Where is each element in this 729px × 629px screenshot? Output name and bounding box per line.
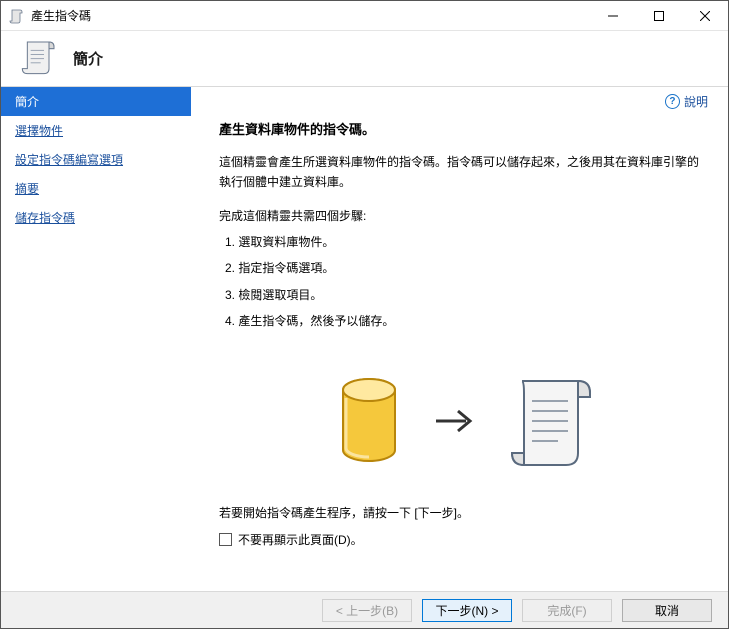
script-icon [506,371,596,474]
wizard-sidebar: 簡介 選擇物件 設定指令碼編寫選項 摘要 儲存指令碼 [1,87,191,591]
back-button[interactable]: < 上一步(B) [322,599,412,622]
sidebar-item-save-scripts[interactable]: 儲存指令碼 [1,203,191,232]
step-2: 2. 指定指令碼選項。 [225,258,710,278]
dont-show-again-checkbox[interactable] [219,533,232,546]
script-icon [19,37,59,80]
steps-intro: 完成這個精靈共需四個步驟: [219,207,710,224]
finish-button[interactable]: 完成(F) [522,599,612,622]
sidebar-item-choose-objects[interactable]: 選擇物件 [1,116,191,145]
content-heading: 產生資料庫物件的指令碼。 [219,119,710,138]
help-icon: ? [665,94,680,109]
step-4: 4. 產生指令碼，然後予以儲存。 [225,311,710,331]
app-icon [9,8,25,24]
close-button[interactable] [682,1,728,31]
start-instruction: 若要開始指令碼產生程序，請按一下 [下一步]。 [219,504,710,521]
cancel-button[interactable]: 取消 [622,599,712,622]
next-button[interactable]: 下一步(N) > [422,599,512,622]
wizard-content: ? 說明 產生資料庫物件的指令碼。 這個精靈會產生所選資料庫物件的指令碼。指令碼… [191,87,728,591]
database-icon [334,376,404,469]
maximize-button[interactable] [636,1,682,31]
minimize-button[interactable] [590,1,636,31]
help-label: 說明 [684,93,708,110]
step-1: 1. 選取資料庫物件。 [225,232,710,252]
window-title: 產生指令碼 [31,7,590,24]
wizard-footer: < 上一步(B) 下一步(N) > 完成(F) 取消 [1,591,728,628]
help-link[interactable]: ? 說明 [665,93,708,110]
sidebar-item-summary[interactable]: 摘要 [1,174,191,203]
sidebar-item-intro[interactable]: 簡介 [1,87,191,116]
dont-show-again-row[interactable]: 不要再顯示此頁面(D)。 [219,531,710,548]
arrow-icon [432,398,478,447]
wizard-body: 簡介 選擇物件 設定指令碼編寫選項 摘要 儲存指令碼 ? 說明 產生資料庫物件的… [1,86,728,591]
wizard-header: 簡介 [1,31,728,86]
page-title: 簡介 [73,48,103,69]
illustration [219,371,710,474]
dont-show-again-label: 不要再顯示此頁面(D)。 [238,531,363,548]
content-description: 這個精靈會產生所選資料庫物件的指令碼。指令碼可以儲存起來，之後用其在資料庫引擎的… [219,152,710,193]
titlebar: 產生指令碼 [1,1,728,31]
step-3: 3. 檢閱選取項目。 [225,285,710,305]
window-controls [590,1,728,30]
sidebar-item-set-options[interactable]: 設定指令碼編寫選項 [1,145,191,174]
